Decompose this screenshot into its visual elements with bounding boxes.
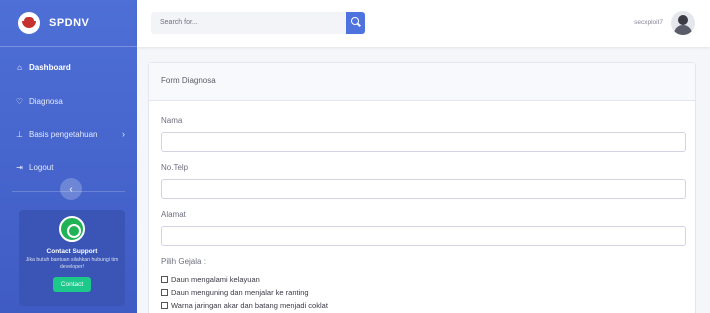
gejala-text: Daun menguning dan menjalar ke ranting bbox=[171, 288, 309, 297]
nav-label-logout: Logout bbox=[29, 162, 54, 172]
search-input[interactable]: Search for... bbox=[151, 12, 346, 34]
telp-label: No.Telp bbox=[161, 163, 189, 172]
form-card: Form Diagnosa Nama No.Telp Alamat Pilih … bbox=[148, 62, 696, 313]
nav-label-diagnosa: Diagnosa bbox=[29, 96, 63, 106]
avatar[interactable] bbox=[671, 11, 695, 35]
user-name[interactable]: secxploit7 bbox=[634, 19, 663, 26]
chevron-right-icon: › bbox=[122, 129, 125, 139]
stethoscope-icon: ♡ bbox=[15, 96, 24, 106]
brand[interactable]: SPDNV bbox=[0, 0, 137, 47]
brand-title: SPDNV bbox=[49, 17, 90, 29]
nama-label: Nama bbox=[161, 116, 183, 125]
alamat-field[interactable] bbox=[161, 226, 686, 246]
nav-item-basis-pengetahuan[interactable]: ⊥ Basis pengetahuan › bbox=[0, 119, 137, 149]
form-title: Form Diagnosa bbox=[149, 63, 695, 101]
support-card: Contact Support Jika butuh bantuan silah… bbox=[19, 210, 125, 306]
gejala-option[interactable]: Daun menguning dan menjalar ke ranting bbox=[161, 288, 309, 297]
gejala-label: Pilih Gejala : bbox=[161, 257, 206, 266]
pin-icon: ⊥ bbox=[16, 129, 23, 139]
checkbox[interactable] bbox=[161, 276, 168, 283]
checkbox[interactable] bbox=[161, 302, 168, 309]
chevron-left-icon: ‹ bbox=[69, 183, 73, 195]
sidebar: SPDNV ⌂ Dashboard ♡ Diagnosa ⊥ Basis pen… bbox=[0, 0, 137, 313]
nav-label-dashboard: Dashboard bbox=[29, 62, 71, 72]
checkbox[interactable] bbox=[161, 289, 168, 296]
telp-field[interactable] bbox=[161, 179, 686, 199]
whatsapp-icon bbox=[59, 216, 85, 242]
gejala-option[interactable]: Daun mengalami kelayuan bbox=[161, 275, 260, 284]
nav-label-basis: Basis pengetahuan bbox=[29, 129, 98, 139]
topbar: Search for... secxploit7 bbox=[137, 0, 710, 47]
contact-button[interactable]: Contact bbox=[52, 277, 92, 292]
logout-icon: ⇥ bbox=[16, 162, 23, 172]
support-title: Contact Support bbox=[46, 248, 98, 255]
home-icon: ⌂ bbox=[17, 62, 22, 72]
gejala-option[interactable]: Warna jaringan akar dan batang menjadi c… bbox=[161, 301, 328, 310]
nama-field[interactable] bbox=[161, 132, 686, 152]
support-text: Jika butuh bantuan silahkan hubungi tim … bbox=[25, 257, 119, 270]
sidebar-toggle-button[interactable]: ‹ bbox=[60, 178, 82, 200]
gejala-text: Daun mengalami kelayuan bbox=[171, 275, 260, 284]
gejala-text: Warna jaringan akar dan batang menjadi c… bbox=[171, 301, 328, 310]
search-button[interactable] bbox=[346, 12, 365, 34]
alamat-label: Alamat bbox=[161, 210, 186, 219]
nav-item-dashboard[interactable]: ⌂ Dashboard bbox=[0, 52, 137, 82]
brand-logo-icon bbox=[18, 12, 40, 34]
nav-item-diagnosa[interactable]: ♡ Diagnosa bbox=[0, 86, 137, 116]
